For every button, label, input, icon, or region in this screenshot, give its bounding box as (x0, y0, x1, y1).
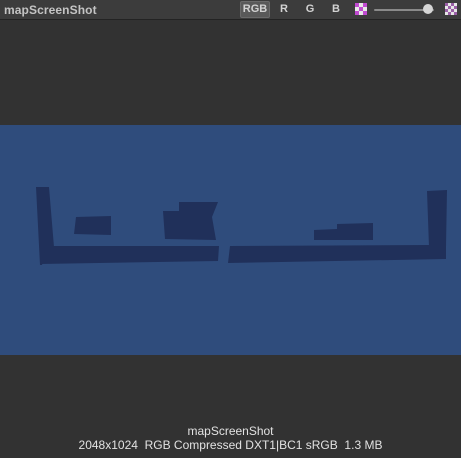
preview-title: mapScreenShot (4, 3, 97, 17)
checker-pattern-icon[interactable] (445, 3, 457, 15)
alpha-checker-icon[interactable] (355, 3, 367, 15)
texture-info-footer: mapScreenShot 2048x1024 RGB Compressed D… (0, 424, 461, 452)
channel-r-button[interactable]: R (275, 1, 293, 18)
texture-viewport[interactable] (0, 21, 461, 421)
channel-rgb-button[interactable]: RGB (240, 1, 270, 18)
texture-image (0, 125, 461, 355)
channel-b-button[interactable]: B (327, 1, 345, 18)
preview-toolbar: mapScreenShot RGB R G B (0, 0, 461, 20)
asset-name-label: mapScreenShot (187, 424, 274, 438)
texture-background (0, 125, 461, 355)
texture-format-label: 2048x1024 RGB Compressed DXT1|BC1 sRGB 1… (78, 438, 383, 452)
channel-g-button[interactable]: G (301, 1, 319, 18)
texture-preview-window: mapScreenShot RGB R G B mapScreenShot 20… (0, 0, 461, 458)
map-shape-block-small (74, 216, 111, 235)
mip-slider-thumb[interactable] (423, 4, 433, 14)
map-shape-right-wall (427, 190, 447, 247)
map-shape-left-floor (40, 246, 219, 264)
